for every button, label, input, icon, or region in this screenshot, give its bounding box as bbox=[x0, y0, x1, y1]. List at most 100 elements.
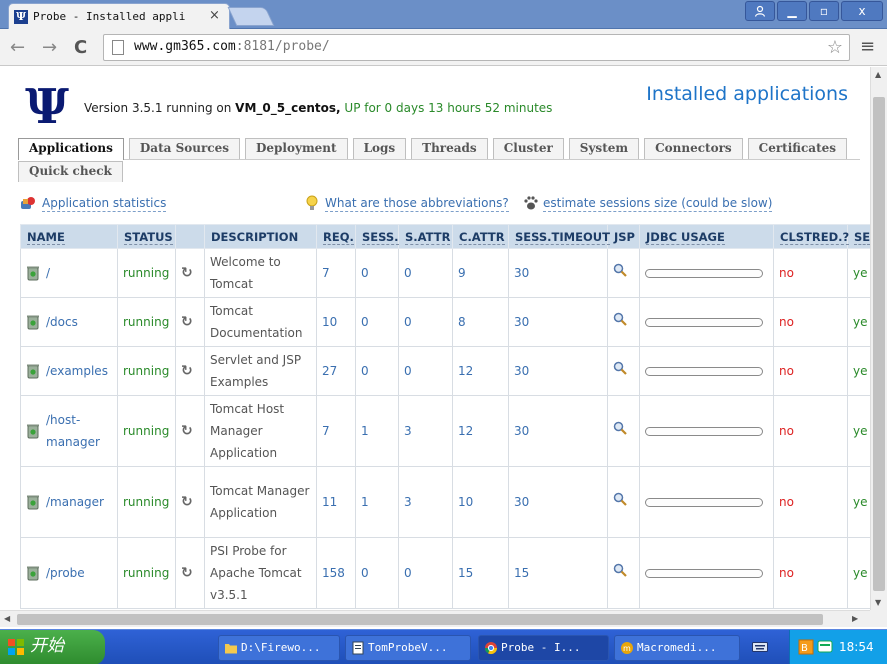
col-req[interactable]: REQ. bbox=[316, 224, 356, 249]
app-name-link[interactable]: / bbox=[46, 262, 50, 284]
back-arrow-icon[interactable]: ← bbox=[10, 37, 25, 58]
tab-data-sources[interactable]: Data Sources bbox=[128, 138, 240, 159]
undeploy-trash-icon[interactable] bbox=[26, 423, 40, 439]
tab-system[interactable]: System bbox=[568, 138, 640, 159]
scroll-right-icon[interactable]: ▶ bbox=[852, 614, 858, 623]
app-name-link[interactable]: /docs bbox=[46, 311, 78, 333]
undeploy-trash-icon[interactable] bbox=[26, 565, 40, 581]
col-timeout[interactable]: SESS.TIMEOUT bbox=[508, 224, 610, 249]
app-requests[interactable]: 10 bbox=[316, 297, 356, 347]
col-name[interactable]: NAME bbox=[20, 224, 118, 249]
tab-cluster[interactable]: Cluster bbox=[492, 138, 564, 159]
keyboard-icon[interactable] bbox=[752, 641, 768, 653]
app-sessions[interactable]: 1 bbox=[355, 395, 399, 467]
close-window-button[interactable]: x bbox=[841, 1, 883, 21]
undeploy-trash-icon[interactable] bbox=[26, 494, 40, 510]
magnifier-icon[interactable] bbox=[613, 263, 627, 277]
bookmark-star-icon[interactable]: ☆ bbox=[827, 37, 843, 58]
app-session-attributes[interactable]: 3 bbox=[398, 395, 453, 467]
tab-quick-check[interactable]: Quick check bbox=[18, 161, 123, 182]
vertical-scrollbar[interactable]: ▲ ▼ bbox=[870, 67, 887, 610]
magnifier-icon[interactable] bbox=[613, 563, 627, 577]
browser-tab[interactable]: Ψ Probe - Installed appli × bbox=[8, 3, 230, 29]
taskbar-item-explorer[interactable]: D:\Firewo... bbox=[218, 635, 340, 661]
scroll-up-icon[interactable]: ▲ bbox=[875, 70, 881, 79]
app-name-link[interactable]: /probe bbox=[46, 562, 85, 584]
app-context-attributes[interactable]: 15 bbox=[452, 537, 509, 609]
col-sattr[interactable]: S.ATTR bbox=[398, 224, 453, 249]
application-statistics-link[interactable]: Application statistics bbox=[42, 196, 167, 212]
start-button[interactable]: 开始 bbox=[0, 630, 105, 664]
taskbar-clock[interactable]: 18:54 bbox=[839, 640, 874, 654]
app-session-attributes[interactable]: 0 bbox=[398, 346, 453, 396]
reload-app-icon[interactable]: ↻ bbox=[181, 314, 193, 330]
app-context-attributes[interactable]: 9 bbox=[452, 248, 509, 298]
app-requests[interactable]: 7 bbox=[316, 395, 356, 467]
estimate-sessions-size-link[interactable]: estimate sessions size (could be slow) bbox=[543, 196, 773, 212]
app-session-attributes[interactable]: 3 bbox=[398, 466, 453, 538]
tab-deployment[interactable]: Deployment bbox=[244, 138, 348, 159]
forward-arrow-icon[interactable]: → bbox=[42, 37, 57, 58]
horizontal-scroll-thumb[interactable] bbox=[17, 614, 823, 625]
undeploy-trash-icon[interactable] bbox=[26, 265, 40, 281]
reload-app-icon[interactable]: ↻ bbox=[181, 565, 193, 581]
reload-app-icon[interactable]: ↻ bbox=[181, 494, 193, 510]
col-sess[interactable]: SESS. bbox=[355, 224, 399, 249]
app-sessions[interactable]: 1 bbox=[355, 466, 399, 538]
app-session-attributes[interactable]: 0 bbox=[398, 297, 453, 347]
tab-applications[interactable]: Applications bbox=[18, 138, 124, 160]
app-sessions[interactable]: 0 bbox=[355, 346, 399, 396]
tray-app-icon[interactable]: B bbox=[798, 639, 814, 655]
reload-app-icon[interactable]: ↻ bbox=[181, 265, 193, 281]
app-name-link[interactable]: /examples bbox=[46, 360, 108, 382]
tab-logs[interactable]: Logs bbox=[352, 138, 407, 159]
undeploy-trash-icon[interactable] bbox=[26, 363, 40, 379]
app-name-link[interactable]: /manager bbox=[46, 491, 104, 513]
col-clustered[interactable]: CLSTRED.? bbox=[773, 224, 850, 249]
col-serializable[interactable]: SE bbox=[847, 224, 870, 249]
app-requests[interactable]: 11 bbox=[316, 466, 356, 538]
taskbar-item-macromedia[interactable]: m Macromedi... bbox=[614, 635, 740, 661]
app-sessions[interactable]: 0 bbox=[355, 248, 399, 298]
col-cattr[interactable]: C.ATTR bbox=[452, 224, 509, 249]
tray-messenger-icon[interactable] bbox=[817, 639, 833, 655]
tab-connectors[interactable]: Connectors bbox=[644, 138, 743, 159]
app-context-attributes[interactable]: 12 bbox=[452, 346, 509, 396]
app-context-attributes[interactable]: 10 bbox=[452, 466, 509, 538]
minimize-button[interactable]: ▁ bbox=[777, 1, 807, 21]
magnifier-icon[interactable] bbox=[613, 421, 627, 435]
magnifier-icon[interactable] bbox=[613, 492, 627, 506]
app-sessions[interactable]: 0 bbox=[355, 537, 399, 609]
app-requests[interactable]: 27 bbox=[316, 346, 356, 396]
scroll-left-icon[interactable]: ◀ bbox=[4, 614, 10, 623]
taskbar-item-probe-browser[interactable]: Probe - I... bbox=[478, 635, 609, 661]
menu-icon[interactable]: ≡ bbox=[860, 36, 875, 57]
abbreviations-link[interactable]: What are those abbreviations? bbox=[325, 196, 509, 212]
reload-app-icon[interactable]: ↻ bbox=[181, 423, 193, 439]
app-requests[interactable]: 7 bbox=[316, 248, 356, 298]
reload-icon[interactable]: C bbox=[74, 37, 87, 58]
reload-app-icon[interactable]: ↻ bbox=[181, 363, 193, 379]
magnifier-icon[interactable] bbox=[613, 312, 627, 326]
undeploy-trash-icon[interactable] bbox=[26, 314, 40, 330]
vertical-scroll-thumb[interactable] bbox=[873, 97, 885, 591]
col-status[interactable]: STATUS bbox=[117, 224, 176, 249]
new-tab-button[interactable] bbox=[227, 7, 275, 26]
app-context-attributes[interactable]: 12 bbox=[452, 395, 509, 467]
maximize-button[interactable]: ▫ bbox=[809, 1, 839, 21]
horizontal-scrollbar[interactable]: ◀ ▶ bbox=[0, 610, 870, 627]
scroll-down-icon[interactable]: ▼ bbox=[875, 598, 881, 607]
url-text[interactable]: www.gm365.com:8181/probe/ bbox=[134, 39, 330, 54]
tab-certificates[interactable]: Certificates bbox=[747, 138, 848, 159]
user-icon[interactable] bbox=[745, 1, 775, 21]
app-session-attributes[interactable]: 0 bbox=[398, 248, 453, 298]
col-jdbc-usage[interactable]: JDBC USAGE bbox=[639, 224, 774, 249]
address-bar[interactable]: www.gm365.com:8181/probe/ ☆ bbox=[103, 34, 850, 61]
app-session-attributes[interactable]: 0 bbox=[398, 537, 453, 609]
app-requests[interactable]: 158 bbox=[316, 537, 356, 609]
tab-close-icon[interactable]: × bbox=[209, 8, 220, 23]
app-sessions[interactable]: 0 bbox=[355, 297, 399, 347]
app-context-attributes[interactable]: 8 bbox=[452, 297, 509, 347]
taskbar-item-tomprobe[interactable]: TomProbeV... bbox=[345, 635, 471, 661]
magnifier-icon[interactable] bbox=[613, 361, 627, 375]
